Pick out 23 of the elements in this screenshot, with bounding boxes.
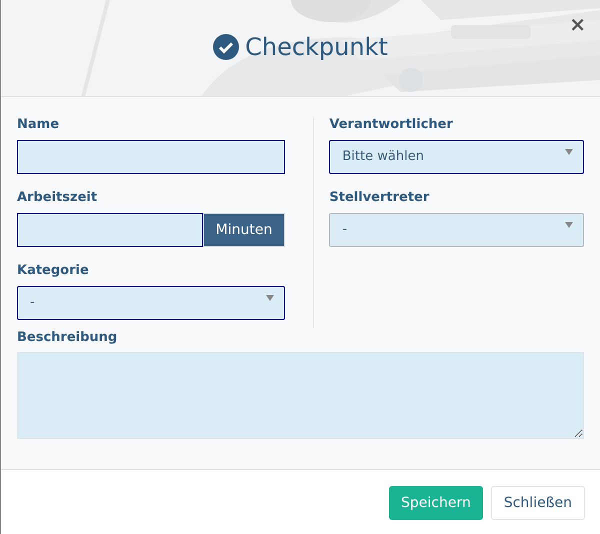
field-label: Beschreibung (17, 330, 118, 346)
field-label: Verantwortlicher (329, 117, 453, 133)
caret-icon (565, 222, 573, 228)
caret-icon (565, 149, 573, 155)
text-field[interactable] (17, 213, 203, 247)
close-button[interactable]: × (569, 14, 586, 34)
field-label: Arbeitszeit (17, 190, 98, 206)
field-label: Kategorie (17, 263, 89, 279)
dialog-title: Checkpunkt (245, 32, 388, 63)
unit-addon: Minuten (203, 213, 285, 247)
field-label: Name (17, 117, 60, 133)
check-circle-icon (213, 34, 240, 60)
field-label: Stellvertreter (329, 190, 430, 206)
text-field[interactable] (17, 140, 285, 174)
select-field[interactable]: - (17, 286, 285, 320)
description-field[interactable] (17, 352, 584, 439)
caret-icon (266, 295, 274, 301)
select-value: - (342, 221, 348, 240)
select-field[interactable]: - (329, 213, 584, 247)
select-value: Bitte wählen (342, 148, 424, 166)
close-dialog-button[interactable]: Schließen (490, 486, 585, 520)
select-value: - (30, 294, 35, 312)
select-field[interactable]: Bitte wählen (329, 140, 584, 174)
